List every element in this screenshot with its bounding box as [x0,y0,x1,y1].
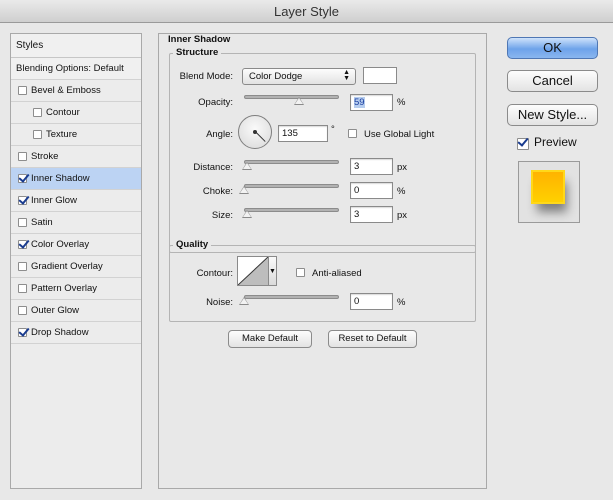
size-unit: px [397,210,408,221]
style-checkbox-inner-shadow[interactable] [18,174,27,183]
size-label: Size: [211,210,233,221]
choke-unit: % [397,186,406,197]
style-checkbox-pattern-overlay[interactable] [18,284,27,293]
opacity-unit: % [397,97,406,108]
blend-mode-value: Color Dodge [249,71,303,82]
choke-label: Choke: [202,186,233,197]
structure-title: Structure [173,47,222,58]
style-row-bevel-emboss[interactable]: Bevel & Emboss [11,80,141,102]
style-row-inner-shadow[interactable]: Inner Shadow [11,168,141,190]
style-checkbox-satin[interactable] [18,218,27,227]
size-slider[interactable] [244,208,339,212]
opacity-slider[interactable] [244,95,339,99]
select-arrows-icon: ▲ ▼ [343,69,350,82]
style-row-satin[interactable]: Satin [11,212,141,234]
style-row-texture[interactable]: Texture [11,124,141,146]
style-checkbox-stroke[interactable] [18,152,27,161]
reset-to-default-button[interactable]: Reset to Default [328,330,417,348]
blend-mode-label: Blend Mode: [179,71,233,82]
style-label-pattern-overlay: Pattern Overlay [31,283,97,294]
use-global-light-label: Use Global Light [364,129,435,140]
blend-mode-select[interactable]: Color Dodge ▲ ▼ [242,68,356,85]
style-label-contour: Contour [46,107,80,118]
preview-label: Preview [534,135,577,149]
style-row-stroke[interactable]: Stroke [11,146,141,168]
blending-options-row[interactable]: Blending Options: Default [11,58,141,80]
style-label-color-overlay: Color Overlay [31,239,90,250]
noise-slider[interactable] [244,295,339,299]
cancel-button[interactable]: Cancel [507,70,598,92]
distance-slider[interactable] [244,160,339,164]
use-global-light-checkbox[interactable] [348,129,357,138]
noise-slider-thumb[interactable] [239,297,249,305]
angle-center [253,130,257,134]
preview-shape [533,172,563,202]
style-label-satin: Satin [31,217,53,228]
opacity-slider-thumb[interactable] [294,97,304,105]
style-checkbox-outer-glow[interactable] [18,306,27,315]
angle-label: Angle: [206,129,233,140]
quality-group [169,245,476,322]
style-checkbox-bevel-emboss[interactable] [18,86,27,95]
style-row-pattern-overlay[interactable]: Pattern Overlay [11,278,141,300]
style-row-drop-shadow[interactable]: Drop Shadow [11,322,141,344]
choke-slider[interactable] [244,184,339,188]
distance-slider-thumb[interactable] [242,162,252,170]
distance-label: Distance: [193,162,233,173]
style-row-gradient-overlay[interactable]: Gradient Overlay [11,256,141,278]
opacity-label: Opacity: [198,97,233,108]
style-label-texture: Texture [46,129,78,140]
style-row-contour[interactable]: Contour [11,102,141,124]
contour-preview[interactable] [237,256,269,286]
anti-aliased-checkbox[interactable] [296,268,305,277]
styles-header[interactable]: Styles [11,34,141,58]
style-row-outer-glow[interactable]: Outer Glow [11,300,141,322]
inner-shadow-panel: Inner Shadow Structure Blend Mode: Color… [158,33,487,489]
size-slider-thumb[interactable] [242,210,252,218]
ok-button[interactable]: OK [507,37,598,59]
style-label-bevel-emboss: Bevel & Emboss [31,85,101,96]
angle-input[interactable]: 135 [278,125,328,142]
noise-input[interactable]: 0 [350,293,393,310]
choke-slider-thumb[interactable] [239,186,249,194]
new-style-button[interactable]: New Style... [507,104,598,126]
angle-dial[interactable] [238,115,272,149]
style-label-outer-glow: Outer Glow [31,305,80,316]
style-checkbox-drop-shadow[interactable] [18,328,27,337]
noise-label: Noise: [206,297,233,308]
opacity-input[interactable]: 59 [350,94,393,111]
contour-curve-icon [237,256,269,286]
style-label-stroke: Stroke [31,151,59,162]
style-row-color-overlay[interactable]: Color Overlay [11,234,141,256]
noise-unit: % [397,297,406,308]
choke-input[interactable]: 0 [350,182,393,199]
angle-unit: ° [331,124,335,135]
anti-aliased-label: Anti-aliased [312,268,362,279]
distance-input[interactable]: 3 [350,158,393,175]
quality-title: Quality [173,239,212,250]
style-checkbox-contour[interactable] [33,108,42,117]
style-checkbox-inner-glow[interactable] [18,196,27,205]
style-rows: Bevel & Emboss Contour Texture Stroke Inner … [11,80,141,344]
blend-color-swatch[interactable] [363,67,397,84]
contour-label: Contour: [196,268,233,279]
style-label-drop-shadow: Drop Shadow [31,327,89,338]
style-label-inner-glow: Inner Glow [31,195,77,206]
contour-dropdown-icon[interactable]: ▼ [269,256,277,286]
style-label-gradient-overlay: Gradient Overlay [31,261,103,272]
styles-list: Styles Blending Options: Default Bevel &… [10,33,142,489]
style-checkbox-color-overlay[interactable] [18,240,27,249]
style-checkbox-gradient-overlay[interactable] [18,262,27,271]
size-input[interactable]: 3 [350,206,393,223]
style-checkbox-texture[interactable] [33,130,42,139]
dialog-body: Styles Blending Options: Default Bevel &… [0,23,613,500]
style-row-inner-glow[interactable]: Inner Glow [11,190,141,212]
panel-title: Inner Shadow [165,34,234,45]
make-default-button[interactable]: Make Default [228,330,312,348]
distance-unit: px [397,162,408,173]
preview-checkbox[interactable] [517,138,529,150]
style-label-inner-shadow: Inner Shadow [31,173,90,184]
preview-thumbnail [518,161,580,223]
window-title: Layer Style [0,0,613,23]
